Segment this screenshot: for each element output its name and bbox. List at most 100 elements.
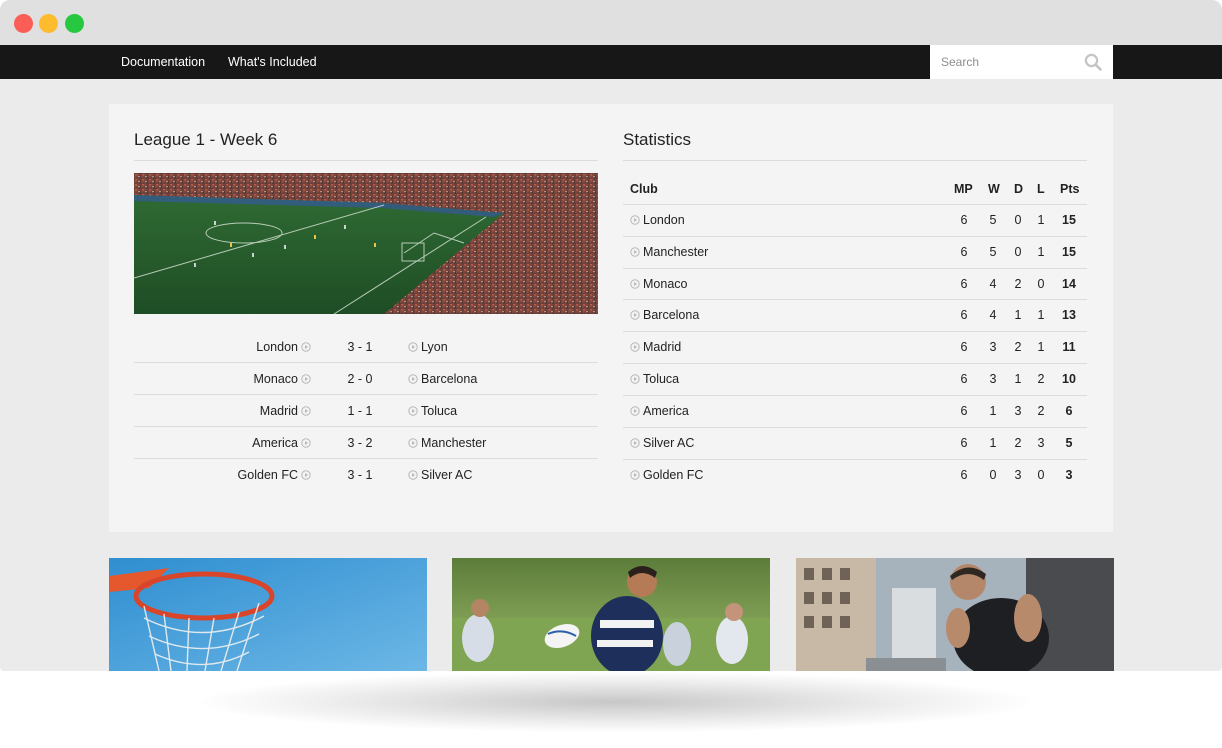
header-w: W bbox=[988, 182, 1000, 196]
losses: 1 bbox=[1037, 308, 1045, 322]
losses: 0 bbox=[1037, 468, 1045, 482]
circle-play-icon bbox=[630, 215, 640, 225]
club-name: Barcelona bbox=[643, 308, 700, 322]
draws: 1 bbox=[1014, 308, 1022, 322]
match-row[interactable]: Madrid 1 - 1 Toluca bbox=[134, 395, 598, 427]
nav-link-documentation[interactable]: Documentation bbox=[121, 55, 205, 69]
club-name: Manchester bbox=[643, 245, 709, 259]
search-input[interactable] bbox=[930, 45, 1080, 79]
matches-played: 6 bbox=[960, 340, 968, 354]
standings-row[interactable]: Barcelona 6 4 1 1 13 bbox=[623, 299, 1087, 331]
home-team: America bbox=[252, 436, 298, 450]
row-divider bbox=[623, 331, 1087, 332]
circle-play-icon bbox=[408, 374, 418, 384]
fitness-athlete-image bbox=[796, 558, 1114, 671]
match-score: 1 - 1 bbox=[347, 404, 373, 418]
standings-row[interactable]: Manchester 6 5 0 1 15 bbox=[623, 236, 1087, 268]
losses: 2 bbox=[1037, 372, 1045, 386]
matches-played: 6 bbox=[960, 436, 968, 450]
club-name: Silver AC bbox=[643, 436, 695, 450]
club-name: Golden FC bbox=[643, 468, 704, 482]
matches-played: 6 bbox=[960, 468, 968, 482]
standings-row[interactable]: Toluca 6 3 1 2 10 bbox=[623, 363, 1087, 395]
circle-play-icon bbox=[301, 374, 311, 384]
fitness-card[interactable] bbox=[796, 558, 1114, 671]
club-name: London bbox=[643, 213, 685, 227]
home-team: Monaco bbox=[253, 372, 298, 386]
home-team: Madrid bbox=[259, 404, 298, 418]
window-shadow bbox=[200, 672, 1030, 732]
match-score: 3 - 1 bbox=[347, 340, 373, 354]
wins: 5 bbox=[989, 213, 997, 227]
row-divider bbox=[623, 204, 1087, 205]
circle-play-icon bbox=[408, 406, 418, 416]
wins: 4 bbox=[989, 277, 997, 291]
standings-row[interactable]: London 6 5 0 1 15 bbox=[623, 204, 1087, 236]
matches-played: 6 bbox=[960, 277, 968, 291]
rugby-card[interactable] bbox=[452, 558, 770, 671]
circle-play-icon bbox=[301, 342, 311, 352]
match-row[interactable]: Golden FC 3 - 1 Silver AC bbox=[134, 459, 598, 491]
basketball-card[interactable] bbox=[109, 558, 427, 671]
zoom-window-button[interactable] bbox=[65, 14, 84, 33]
basketball-hoop-image bbox=[109, 558, 427, 671]
draws: 3 bbox=[1014, 404, 1022, 418]
matches-played: 6 bbox=[960, 372, 968, 386]
match-row[interactable]: America 3 - 2 Manchester bbox=[134, 427, 598, 459]
losses: 0 bbox=[1037, 277, 1045, 291]
draws: 2 bbox=[1014, 436, 1022, 450]
points: 11 bbox=[1062, 340, 1076, 354]
points: 3 bbox=[1065, 468, 1073, 482]
rugby-player-image bbox=[452, 558, 770, 671]
row-divider bbox=[623, 427, 1087, 428]
circle-play-icon bbox=[301, 438, 311, 448]
circle-play-icon bbox=[408, 438, 418, 448]
draws: 2 bbox=[1014, 277, 1022, 291]
header-l: L bbox=[1037, 182, 1045, 196]
wins: 4 bbox=[989, 308, 997, 322]
circle-play-icon bbox=[630, 374, 640, 384]
wins: 1 bbox=[989, 436, 997, 450]
match-score: 2 - 0 bbox=[347, 372, 373, 386]
header-mp: MP bbox=[954, 182, 973, 196]
wins: 3 bbox=[989, 372, 997, 386]
club-name: America bbox=[643, 404, 689, 418]
club-name: Monaco bbox=[643, 277, 688, 291]
circle-play-icon bbox=[630, 279, 640, 289]
losses: 1 bbox=[1037, 340, 1045, 354]
away-team: Barcelona bbox=[421, 372, 478, 386]
wins: 5 bbox=[989, 245, 997, 259]
points: 6 bbox=[1065, 404, 1073, 418]
row-divider bbox=[623, 363, 1087, 364]
title-bar bbox=[0, 0, 1222, 45]
away-team: Silver AC bbox=[421, 468, 473, 482]
wins: 0 bbox=[989, 468, 997, 482]
match-score: 3 - 1 bbox=[347, 468, 373, 482]
away-team: Toluca bbox=[421, 404, 458, 418]
standings-row[interactable]: Golden FC 6 0 3 0 3 bbox=[623, 459, 1087, 491]
circle-play-icon bbox=[301, 406, 311, 416]
circle-play-icon bbox=[408, 470, 418, 480]
matches-played: 6 bbox=[960, 404, 968, 418]
home-team: Golden FC bbox=[237, 468, 298, 482]
minimize-window-button[interactable] bbox=[39, 14, 58, 33]
standings-row[interactable]: Madrid 6 3 2 1 11 bbox=[623, 331, 1087, 363]
header-pts: Pts bbox=[1060, 182, 1080, 196]
losses: 1 bbox=[1037, 245, 1045, 259]
club-name: Madrid bbox=[643, 340, 682, 354]
circle-play-icon bbox=[630, 470, 640, 480]
circle-play-icon bbox=[301, 470, 311, 480]
standings-row[interactable]: Monaco 6 4 2 0 14 bbox=[623, 268, 1087, 300]
away-team: Manchester bbox=[421, 436, 487, 450]
statistics-title: Statistics bbox=[623, 130, 692, 149]
match-row[interactable]: Monaco 2 - 0 Barcelona bbox=[134, 363, 598, 395]
close-window-button[interactable] bbox=[14, 14, 33, 33]
match-row[interactable]: London 3 - 1 Lyon bbox=[134, 331, 598, 363]
match-score: 3 - 2 bbox=[347, 436, 373, 450]
nav-link-whats-included[interactable]: What's Included bbox=[228, 55, 317, 69]
circle-play-icon bbox=[630, 342, 640, 352]
search-icon[interactable] bbox=[1084, 53, 1102, 71]
standings-row[interactable]: Silver AC 6 1 2 3 5 bbox=[623, 427, 1087, 459]
wins: 1 bbox=[989, 404, 997, 418]
standings-row[interactable]: America 6 1 3 2 6 bbox=[623, 395, 1087, 427]
